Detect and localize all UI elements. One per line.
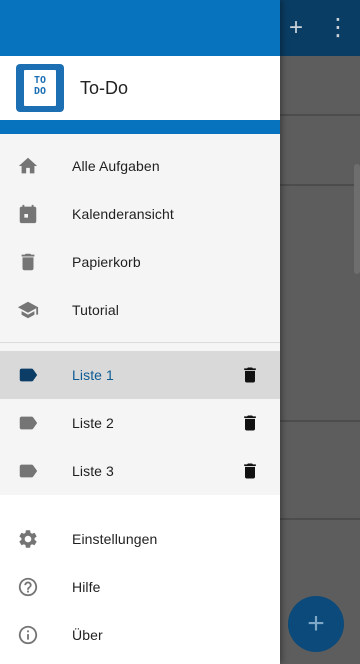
list-item-label: Liste 1 — [72, 367, 114, 383]
trash-icon — [244, 367, 256, 383]
app-logo-icon: TO DO — [16, 64, 64, 112]
list-item-liste-3[interactable]: Liste 3 — [0, 447, 280, 495]
list-item-liste-1[interactable]: Liste 1 — [0, 351, 280, 399]
label-icon — [16, 459, 40, 483]
app-title: To-Do — [80, 77, 129, 98]
nav-section-main: Alle Aufgaben Kalenderansicht Papierkorb… — [0, 134, 280, 495]
home-icon — [16, 154, 40, 178]
label-icon — [16, 411, 40, 435]
delete-list-button[interactable] — [238, 411, 262, 435]
app-logo-text: TO DO — [33, 75, 47, 97]
list-item-label: Liste 3 — [72, 463, 114, 479]
nav-item-label: Einstellungen — [72, 531, 158, 547]
nav-section-bottom: Einstellungen Hilfe Über — [0, 495, 280, 659]
background-divider — [280, 518, 360, 520]
nav-item-papierkorb[interactable]: Papierkorb — [0, 238, 280, 286]
label-icon — [16, 363, 40, 387]
add-task-fab[interactable]: + — [288, 596, 344, 652]
add-icon[interactable]: + — [282, 14, 310, 42]
nav-item-label: Papierkorb — [72, 254, 141, 270]
list-item-label: Liste 2 — [72, 415, 114, 431]
drawer-header: TO DO To-Do — [0, 56, 280, 120]
nav-item-hilfe[interactable]: Hilfe — [0, 563, 280, 611]
drawer-accent-bar — [0, 120, 280, 134]
nav-item-alle-aufgaben[interactable]: Alle Aufgaben — [0, 142, 280, 190]
trash-icon — [244, 463, 256, 479]
nav-item-label: Hilfe — [72, 579, 101, 595]
help-icon — [16, 575, 40, 599]
calendar-icon — [16, 202, 40, 226]
trash-icon — [244, 415, 256, 431]
nav-item-ueber[interactable]: Über — [0, 611, 280, 659]
more-icon[interactable]: ⋮ — [324, 14, 352, 42]
nav-item-label: Kalenderansicht — [72, 206, 174, 222]
drawer-status-area — [0, 0, 280, 56]
school-icon — [16, 298, 40, 322]
background-divider — [280, 114, 360, 116]
nav-item-tutorial[interactable]: Tutorial — [0, 286, 280, 334]
background-divider — [280, 420, 360, 422]
nav-item-label: Über — [72, 627, 103, 643]
nav-item-einstellungen[interactable]: Einstellungen — [0, 515, 280, 563]
delete-list-button[interactable] — [238, 459, 262, 483]
nav-item-kalenderansicht[interactable]: Kalenderansicht — [0, 190, 280, 238]
info-icon — [16, 623, 40, 647]
delete-list-button[interactable] — [238, 363, 262, 387]
nav-item-label: Alle Aufgaben — [72, 158, 160, 174]
background-divider — [280, 184, 360, 186]
list-item-liste-2[interactable]: Liste 2 — [0, 399, 280, 447]
nav-item-label: Tutorial — [72, 302, 119, 318]
trash-icon — [16, 250, 40, 274]
background-scrollbar — [354, 164, 360, 274]
navigation-drawer: TO DO To-Do Alle Aufgaben Kalenderansich… — [0, 0, 280, 664]
settings-icon — [16, 527, 40, 551]
